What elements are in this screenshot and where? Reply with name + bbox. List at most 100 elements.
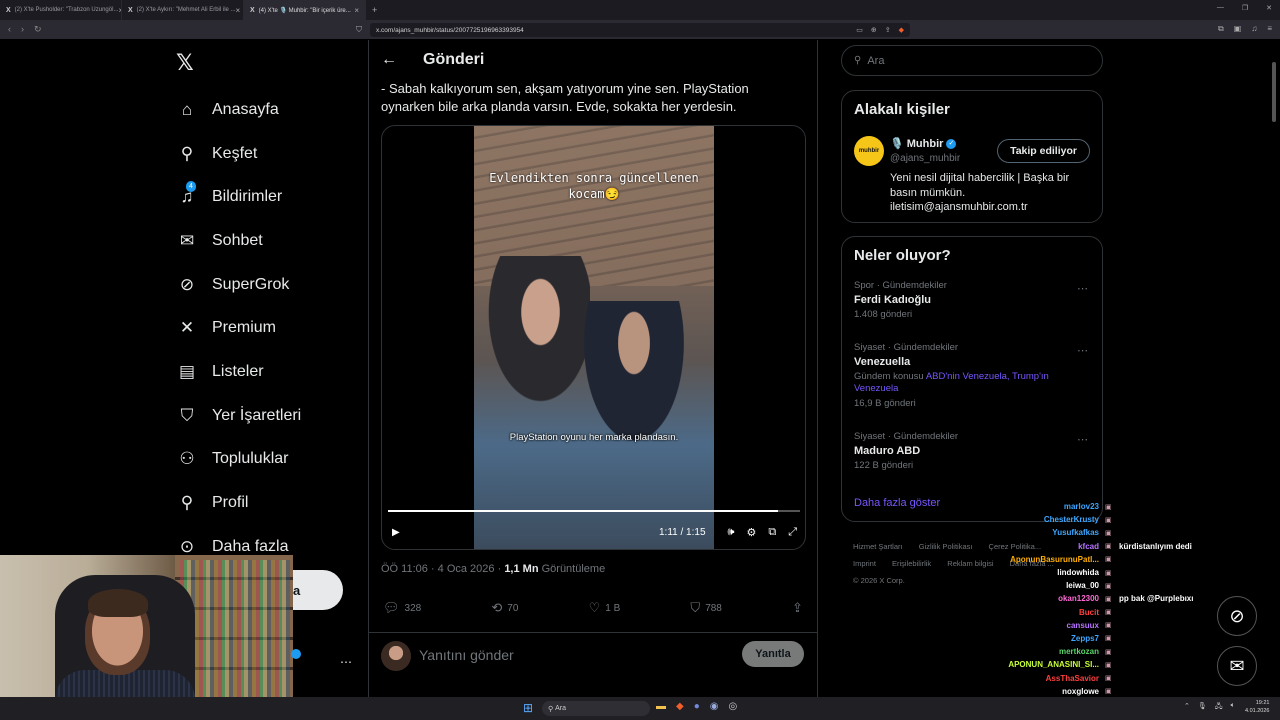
chat-username[interactable]: Zepps7 (990, 634, 1105, 643)
chat-username[interactable]: lindowhida (990, 568, 1105, 577)
folder-icon[interactable]: ▬ (656, 701, 666, 712)
tab-close-icon[interactable]: × (354, 6, 359, 15)
footer-link[interactable]: Reklam bilgisi (947, 559, 993, 568)
trend-item[interactable]: Siyaset · Gündemdekiler Venezuella Günde… (854, 342, 1094, 409)
steam-icon[interactable]: ◉ (710, 701, 719, 712)
pip-icon[interactable]: ⧉ (768, 526, 776, 539)
play-icon[interactable]: ▶ (392, 527, 400, 538)
music-icon[interactable]: ♫ (1251, 24, 1257, 34)
new-tab-icon[interactable]: + (366, 5, 383, 15)
reply-action[interactable]: 💬︎ 328 (383, 600, 421, 616)
sidebar-item-notifications[interactable]: ♫ 4 Bildirimler (176, 175, 301, 219)
trend-item[interactable]: Spor · Gündemdekiler Ferdi Kadıoğlu 1.40… (854, 280, 1094, 320)
footer-link[interactable]: Erişilebilirlik (892, 559, 931, 568)
chat-username[interactable]: APONUN_ANASINI_SI... (990, 660, 1105, 669)
sidebar-item-explore[interactable]: ⚲ Keşfet (176, 132, 301, 176)
wallet-icon[interactable]: ▣ (1234, 24, 1242, 34)
search-input[interactable]: ⚲ Ara (841, 45, 1103, 76)
mic-icon[interactable]: 🎙︎ (1198, 702, 1207, 713)
discord-icon[interactable]: ● (694, 701, 700, 712)
chat-username[interactable]: cansuux (990, 621, 1105, 630)
sidebar-item-home[interactable]: ⌂ Anasayfa (176, 88, 301, 132)
x-logo-icon[interactable]: 𝕏 (176, 50, 194, 76)
chat-username[interactable]: AponunBasurunuPatl... (990, 555, 1105, 564)
chat-username[interactable]: Yusufkafkas (990, 528, 1105, 537)
speaker-icon[interactable]: 🔈︎ (1231, 702, 1235, 713)
video-player[interactable]: Evlendikten sonra güncellenen kocam😏 Pla… (381, 125, 806, 550)
menu-icon[interactable]: ≡ (1267, 24, 1272, 34)
browser-tab-active[interactable]: X (4) X'te 🎙️ Muhbir: "Bir içerik üre... × (244, 0, 366, 20)
sidebar-item-communities[interactable]: ⚇ Topluluklar (176, 438, 301, 482)
chat-username[interactable]: noxglowe (990, 687, 1105, 696)
share-action[interactable]: ⇪ (792, 600, 803, 616)
show-more-link[interactable]: Daha fazla göster (854, 497, 940, 509)
chat-username[interactable]: leiwa_00 (990, 581, 1105, 590)
sidebar-item-profile[interactable]: ⚲ Profil (176, 481, 301, 525)
sidebar-item-lists[interactable]: ▤ Listeler (176, 350, 301, 394)
post-timestamp[interactable]: ÖÖ 11:06 · 4 Oca 2026 · (381, 563, 504, 575)
share-icon[interactable]: ⇪ (885, 26, 891, 34)
screen-icon[interactable]: ▭ (856, 26, 863, 34)
maximize-icon[interactable]: ❐ (1242, 4, 1248, 12)
bookmark-page-icon[interactable]: ⛉ (356, 25, 362, 35)
sidebar-item-supergrok[interactable]: ⊘ SuperGrok (176, 263, 301, 307)
post-button-partial[interactable]: a (293, 570, 343, 610)
reply-input[interactable]: Yanıtını gönder (419, 647, 514, 663)
close-window-icon[interactable]: ✕ (1266, 4, 1272, 12)
address-bar[interactable]: ⛉ x.com/ajans_muhbir/status/200772519696… (356, 23, 910, 37)
chat-username[interactable]: Bucit (990, 608, 1105, 617)
taskbar-search[interactable]: ⚲ Ara (542, 701, 650, 716)
grok-fab-icon[interactable]: ⊘ (1217, 596, 1257, 636)
messages-fab-icon[interactable]: ✉ (1217, 646, 1257, 686)
like-action[interactable]: ♡ 1 B (589, 600, 621, 616)
chat-username[interactable]: marlov23 (990, 502, 1105, 511)
footer-link[interactable]: Imprint (853, 559, 876, 568)
minimize-icon[interactable]: — (1217, 4, 1224, 12)
account-handle[interactable]: @ajans_muhbir (890, 153, 960, 164)
zoom-icon[interactable]: ⊕ (871, 26, 877, 34)
scrollbar[interactable] (1272, 62, 1276, 122)
windows-start-icon[interactable]: ⊞ (523, 701, 533, 715)
obs-icon[interactable]: ◎ (728, 701, 737, 712)
video-progress-bar[interactable] (388, 510, 800, 512)
forward-nav-icon[interactable]: › (21, 24, 24, 35)
browser-tab[interactable]: X (2) X'te Pusholder: "Trabzon Uzungöl...… (0, 0, 122, 20)
extensions-icon[interactable]: ⧉ (1218, 24, 1224, 34)
brave-icon[interactable]: ◆ (676, 701, 684, 712)
chat-username[interactable]: kfcad (990, 542, 1105, 551)
following-button[interactable]: Takip ediliyor (997, 139, 1090, 163)
repost-action[interactable]: ⟲ 70 (491, 600, 518, 616)
account-more-icon[interactable]: ⋯ (340, 655, 352, 669)
account-name[interactable]: 🎙️ Muhbir ✓ (890, 137, 957, 150)
bookmark-action[interactable]: ⛉ 788 (690, 600, 721, 616)
chat-username[interactable]: ChesterKrusty (990, 515, 1105, 524)
tab-close-icon[interactable]: × (236, 6, 241, 15)
chat-username[interactable]: okan12300 (990, 594, 1105, 603)
chat-username[interactable]: AssThaSavior (990, 674, 1105, 683)
network-icon[interactable]: 🖧︎ (1215, 702, 1223, 713)
settings-icon[interactable]: ⚙ (746, 526, 756, 539)
video-caption-bottom: PlayStation oyunu her marka plandasın. (509, 432, 679, 443)
footer-link[interactable]: Hizmet Şartları (853, 542, 903, 551)
trend-more-icon[interactable]: ⋯ (1077, 344, 1088, 357)
volume-icon[interactable]: 🕪 (728, 526, 735, 539)
chat-username[interactable]: mertkozan (990, 647, 1105, 656)
fullscreen-icon[interactable]: ⤢ (788, 526, 797, 539)
brave-shield-icon[interactable]: ◆ (899, 26, 904, 34)
avatar[interactable]: muhbir (854, 136, 884, 166)
trend-more-icon[interactable]: ⋯ (1077, 433, 1088, 446)
sidebar-item-chat[interactable]: ✉ Sohbet (176, 219, 301, 263)
browser-tab[interactable]: X (2) X'te Aykırı: "Mehmet Ali Erbil ile … (122, 0, 244, 20)
sidebar-item-premium[interactable]: ✕ Premium (176, 306, 301, 350)
reply-button[interactable]: Yanıtla (742, 641, 804, 667)
sidebar-item-bookmarks[interactable]: ⛉ Yer İşaretleri (176, 394, 302, 438)
footer-link[interactable]: Gizlilik Politikası (919, 542, 973, 551)
trend-more-icon[interactable]: ⋯ (1077, 282, 1088, 295)
back-arrow-icon[interactable]: ← (381, 51, 397, 69)
reload-icon[interactable]: ↻ (34, 24, 42, 35)
video-frame[interactable]: Evlendikten sonra güncellenen kocam😏 Pla… (474, 126, 714, 549)
back-nav-icon[interactable]: ‹ (8, 24, 11, 35)
trend-item[interactable]: Siyaset · Gündemdekiler Maduro ABD 122 B… (854, 431, 1094, 471)
taskbar-clock[interactable]: 19:21 4.01.2026 (1245, 699, 1269, 715)
tray-chevron-icon[interactable]: ⌃ (1184, 702, 1190, 713)
